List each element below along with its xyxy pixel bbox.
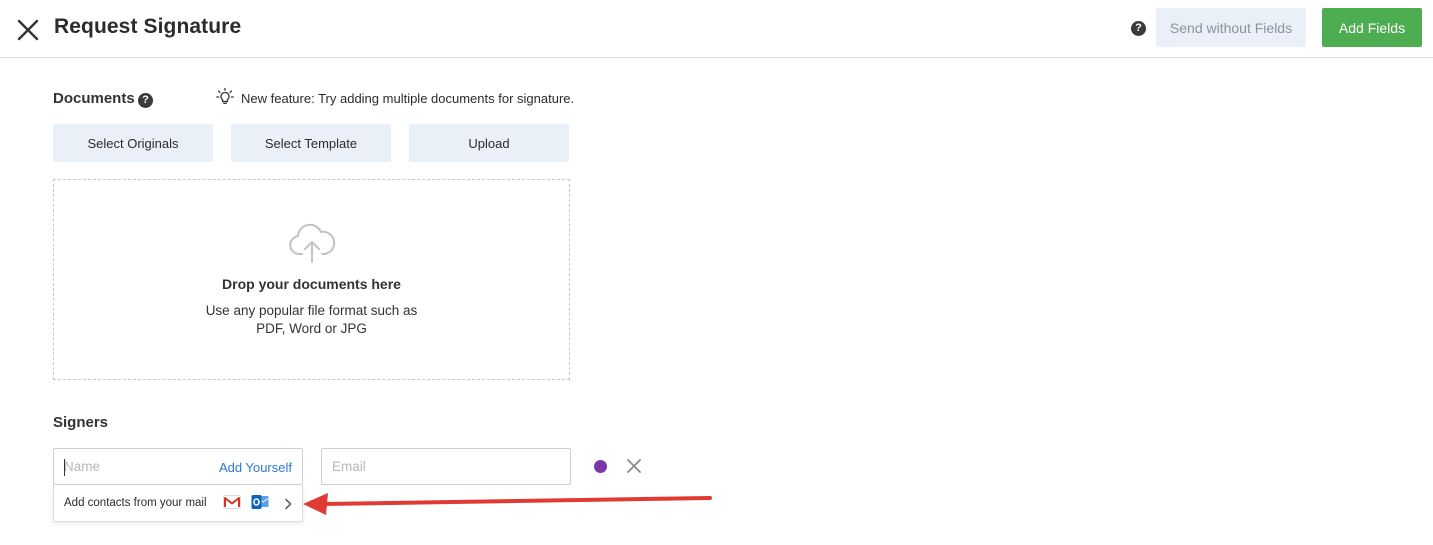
remove-signer-icon[interactable] <box>626 458 642 474</box>
cloud-upload-icon <box>288 222 336 269</box>
signer-email-input[interactable] <box>322 449 570 484</box>
signers-label: Signers <box>53 414 109 431</box>
page-title: Request Signature <box>54 15 242 38</box>
help-icon[interactable]: ? <box>1131 21 1146 36</box>
gmail-icon[interactable] <box>223 495 241 514</box>
lightbulb-icon <box>215 87 241 110</box>
select-template-button[interactable]: Select Template <box>231 124 391 162</box>
select-originals-button[interactable]: Select Originals <box>53 124 213 162</box>
signer-name-field: Add Yourself <box>53 448 303 485</box>
dropzone-desc-line2: PDF, Word or JPG <box>256 321 367 336</box>
top-header: Request Signature ? Send without Fields … <box>0 0 1433 58</box>
add-yourself-link[interactable]: Add Yourself <box>219 460 292 475</box>
documents-help-icon[interactable]: ? <box>138 93 153 108</box>
new-feature-hint: New feature: Try adding multiple documen… <box>215 87 575 110</box>
contacts-dropdown[interactable]: Add contacts from your mail <box>53 485 303 522</box>
feature-text: New feature: Try adding multiple documen… <box>241 90 575 106</box>
dropzone-title: Drop your documents here <box>222 276 401 292</box>
documents-label: Documents <box>53 90 135 107</box>
dropzone-description: Use any popular file format such as PDF,… <box>54 302 569 338</box>
text-caret <box>64 459 65 476</box>
signer-email-field <box>321 448 571 485</box>
add-contacts-text: Add contacts from your mail <box>64 497 207 509</box>
document-dropzone[interactable]: Drop your documents here Use any popular… <box>53 179 570 380</box>
upload-button[interactable]: Upload <box>409 124 569 162</box>
send-without-fields-button[interactable]: Send without Fields <box>1156 8 1306 47</box>
signer-color-dot[interactable] <box>594 460 607 473</box>
dropzone-desc-line1: Use any popular file format such as <box>205 303 418 318</box>
chevron-right-icon[interactable] <box>284 497 292 515</box>
annotation-arrow <box>303 493 712 515</box>
signer-name-input[interactable] <box>54 449 204 484</box>
close-icon[interactable] <box>14 16 42 44</box>
outlook-icon[interactable] <box>251 494 269 515</box>
add-fields-button[interactable]: Add Fields <box>1322 8 1422 47</box>
